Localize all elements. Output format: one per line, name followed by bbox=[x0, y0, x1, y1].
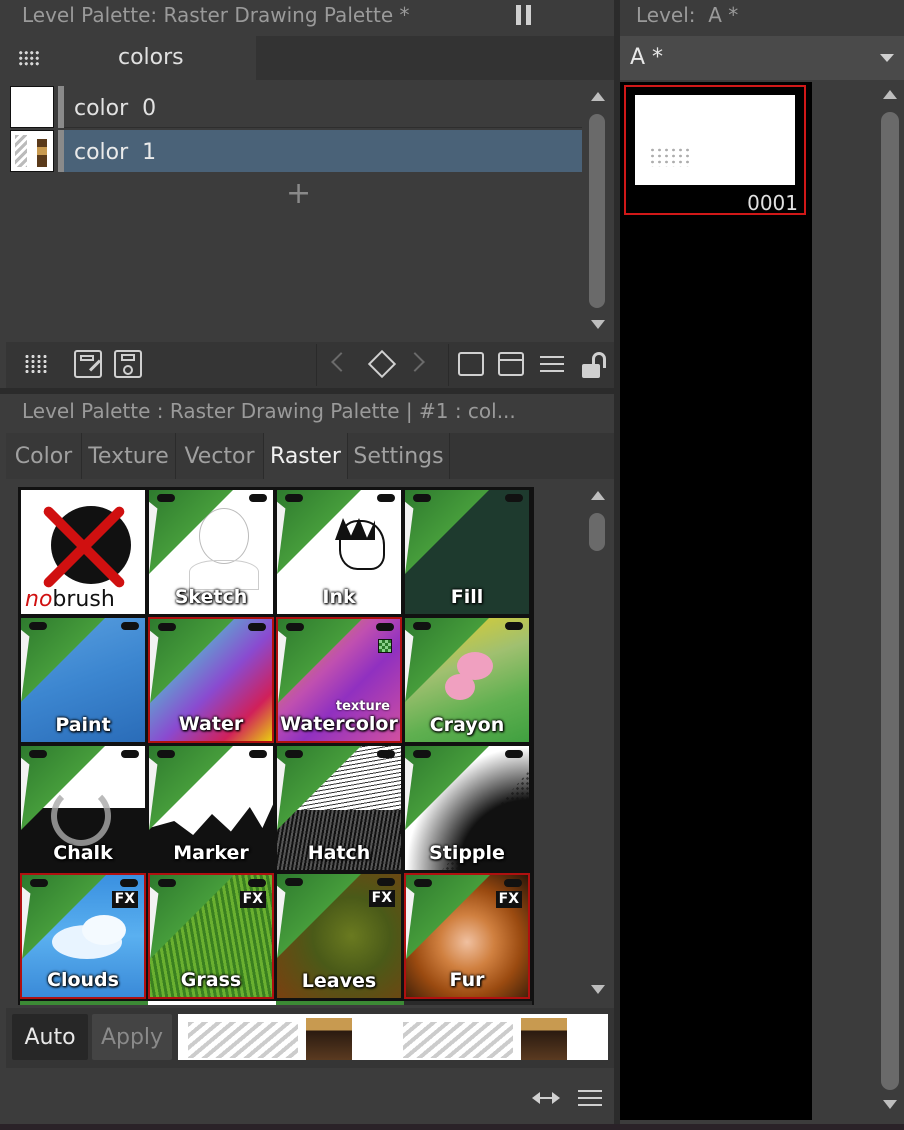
level-select-dropdown[interactable]: A * bbox=[620, 36, 904, 80]
brush-label: Marker bbox=[173, 842, 249, 864]
nobrush-label: brush bbox=[52, 587, 115, 612]
brush-clouds[interactable]: FX Clouds bbox=[20, 873, 146, 999]
tab-raster[interactable]: Raster bbox=[264, 433, 348, 479]
palette-scrollbar[interactable] bbox=[586, 86, 610, 338]
brush-hatch[interactable]: Hatch bbox=[276, 745, 402, 871]
scroll-down-icon[interactable] bbox=[591, 320, 605, 329]
level-palette-title: Level Palette: Raster Drawing Palette * bbox=[22, 3, 410, 27]
style-preview-swatch bbox=[178, 1014, 608, 1060]
texture-checker-icon bbox=[378, 639, 392, 653]
next-key-icon[interactable] bbox=[405, 352, 426, 378]
brush-label: Grass bbox=[180, 969, 242, 991]
tab-color[interactable]: Color bbox=[6, 433, 82, 479]
scroll-down-icon[interactable] bbox=[883, 1100, 897, 1109]
brush-stipple[interactable]: Stipple bbox=[404, 745, 530, 871]
level-strip-title: Level: A * bbox=[636, 3, 739, 27]
fx-badge: FX bbox=[239, 891, 266, 908]
menu-icon[interactable] bbox=[540, 356, 564, 372]
frame-cell-0001[interactable]: 0001 bbox=[624, 85, 806, 215]
brush-sublabel: texture bbox=[335, 699, 390, 714]
scroll-thumb[interactable] bbox=[589, 513, 605, 551]
brush-label: Stipple bbox=[429, 842, 505, 864]
bottom-window-edge bbox=[0, 1124, 904, 1130]
tab-texture[interactable]: Texture bbox=[82, 433, 176, 479]
brush-label: Paint bbox=[55, 714, 111, 736]
tab-toggle-icon[interactable] bbox=[498, 352, 524, 376]
pause-icon[interactable] bbox=[516, 5, 532, 25]
brush-label: Crayon bbox=[429, 714, 505, 736]
prev-key-icon[interactable] bbox=[330, 352, 351, 378]
fx-badge: FX bbox=[368, 890, 395, 907]
brush-fill[interactable]: Fill bbox=[404, 489, 530, 615]
grid-view-icon[interactable] bbox=[18, 50, 40, 66]
save-palette-as-icon[interactable] bbox=[74, 350, 102, 378]
nobrush-prefix: no bbox=[25, 587, 53, 612]
style-row-color-1[interactable]: color 1 bbox=[64, 130, 582, 172]
frame-number: 0001 bbox=[747, 191, 798, 215]
new-page-icon[interactable] bbox=[458, 352, 484, 376]
brush-ink[interactable]: Ink bbox=[276, 489, 402, 615]
scroll-thumb[interactable] bbox=[881, 112, 899, 1090]
brush-partial-row bbox=[20, 1001, 532, 1005]
save-palette-icon[interactable] bbox=[114, 350, 142, 378]
page-tab-label: colors bbox=[118, 45, 184, 70]
brush-label: Ink bbox=[322, 586, 356, 608]
fx-badge: FX bbox=[495, 891, 522, 908]
brush-label: Watercolor bbox=[280, 713, 398, 735]
brush-watercolor[interactable]: texture Watercolor bbox=[276, 617, 402, 743]
options-menu-icon[interactable] bbox=[578, 1090, 602, 1106]
brush-sketch[interactable]: Sketch bbox=[148, 489, 274, 615]
toolbar-separator bbox=[316, 344, 317, 386]
brush-chalk[interactable]: Chalk bbox=[20, 745, 146, 871]
scroll-up-icon[interactable] bbox=[591, 92, 605, 101]
brush-grass[interactable]: FX Grass bbox=[148, 873, 274, 999]
apply-button[interactable]: Apply bbox=[92, 1014, 172, 1060]
frame-strip bbox=[620, 82, 812, 1120]
style-name: color 1 bbox=[74, 140, 157, 165]
brush-label: Hatch bbox=[307, 842, 371, 864]
scroll-thumb[interactable] bbox=[589, 114, 605, 308]
style-name: color 0 bbox=[74, 96, 157, 121]
brush-water[interactable]: Water bbox=[148, 617, 274, 743]
brush-fur[interactable]: FX Fur bbox=[404, 873, 530, 999]
brush-label: Chalk bbox=[53, 842, 113, 864]
brush-label: Clouds bbox=[47, 969, 119, 991]
style-row-color-0[interactable]: color 0 bbox=[64, 86, 582, 128]
brush-label: Water bbox=[178, 713, 244, 735]
auto-button[interactable]: Auto bbox=[12, 1014, 88, 1060]
brush-label: Fill bbox=[450, 586, 484, 608]
brush-crayon[interactable]: Crayon bbox=[404, 617, 530, 743]
fit-width-icon[interactable] bbox=[532, 1090, 560, 1106]
brush-leaves[interactable]: FX Leaves bbox=[276, 873, 402, 999]
tab-settings[interactable]: Settings bbox=[348, 433, 450, 479]
level-select-value: A * bbox=[630, 45, 664, 70]
brush-marker[interactable]: Marker bbox=[148, 745, 274, 871]
frame-thumbnail bbox=[635, 95, 795, 185]
brush-label: Sketch bbox=[174, 586, 248, 608]
strip-scrollbar[interactable] bbox=[878, 82, 904, 1120]
scroll-down-icon[interactable] bbox=[591, 985, 605, 994]
style-editor-title: Level Palette : Raster Drawing Palette |… bbox=[22, 399, 516, 423]
brush-nobrush[interactable]: nobrush bbox=[20, 489, 146, 615]
scroll-up-icon[interactable] bbox=[883, 90, 897, 99]
chevron-down-icon bbox=[880, 54, 894, 62]
add-style-button[interactable]: + bbox=[286, 176, 311, 211]
style-chip-color-0[interactable] bbox=[10, 86, 54, 128]
fx-badge: FX bbox=[111, 891, 138, 908]
brush-scrollbar[interactable] bbox=[586, 487, 610, 999]
toolbar-separator bbox=[448, 344, 449, 386]
brush-paint[interactable]: Paint bbox=[20, 617, 146, 743]
style-chip-color-1[interactable] bbox=[10, 130, 54, 172]
scroll-up-icon[interactable] bbox=[591, 491, 605, 500]
view-mode-icon[interactable] bbox=[24, 354, 48, 374]
lock-icon[interactable] bbox=[580, 350, 610, 380]
tab-vector[interactable]: Vector bbox=[176, 433, 264, 479]
brush-label: Leaves bbox=[301, 970, 377, 992]
brush-label: Fur bbox=[449, 969, 485, 991]
palette-page-tab[interactable]: colors bbox=[6, 36, 256, 80]
brush-grid: nobrush Sketch Ink Fill Paint Water text… bbox=[18, 487, 534, 1005]
